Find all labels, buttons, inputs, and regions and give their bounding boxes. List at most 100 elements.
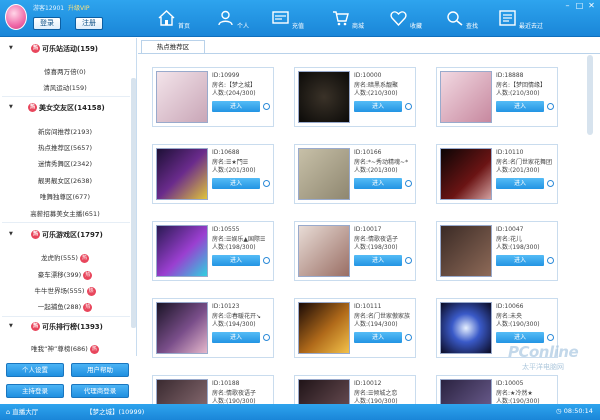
- room-card[interactable]: ID:10123 房名:㊣春暖花开↘ 人数:(194/300) 进入: [152, 298, 274, 358]
- enter-room-button[interactable]: 进入: [496, 255, 544, 266]
- room-thumbnail[interactable]: [298, 71, 350, 123]
- collapse-arrow-icon[interactable]: ▼: [9, 231, 13, 237]
- hot-badge-icon: 热: [89, 344, 99, 354]
- lock-icon: [263, 103, 270, 110]
- room-count: 人数:(201/300): [212, 167, 256, 174]
- home-icon: [158, 10, 175, 26]
- room-thumbnail[interactable]: [440, 148, 492, 200]
- sidebar-item[interactable]: 豪车漂移(399) 热: [20, 269, 110, 280]
- room-thumbnail[interactable]: [440, 302, 492, 354]
- room-thumbnail[interactable]: [298, 302, 350, 354]
- category-games[interactable]: ▼ 热 可乐游戏区(1797): [0, 228, 130, 242]
- upgrade-vip-link[interactable]: 升级VIP: [68, 3, 90, 12]
- close-button[interactable]: ✕: [586, 1, 597, 10]
- room-id: ID:10688: [212, 149, 240, 156]
- collapse-arrow-icon[interactable]: ▼: [9, 104, 13, 110]
- collapse-arrow-icon[interactable]: ▼: [9, 323, 13, 329]
- room-id: ID:10005: [496, 380, 524, 387]
- personal-settings-button[interactable]: 个人设置: [6, 363, 64, 377]
- enter-room-button[interactable]: 进入: [496, 101, 544, 112]
- tab-hot-recommend[interactable]: 热点推荐区: [141, 40, 205, 54]
- sidebar-item-label: 牛牛世界场(555): [34, 287, 85, 295]
- main-scrollbar[interactable]: [587, 55, 593, 135]
- lock-icon: [405, 257, 412, 264]
- login-button[interactable]: 登录: [33, 17, 61, 30]
- host-login-button[interactable]: 主持登录: [6, 384, 64, 398]
- category-rankings[interactable]: ▼ 热 可乐排行榜(1393): [0, 320, 130, 334]
- status-room: 【梦之城】(10999): [86, 408, 145, 416]
- room-thumbnail[interactable]: [440, 71, 492, 123]
- room-card[interactable]: ID:10017 房名:情歌夜语子 人数:(198/300) 进入: [294, 221, 416, 281]
- room-count: 人数:(194/300): [354, 321, 398, 328]
- nav-search-label: 查找: [466, 23, 479, 30]
- sidebar-item[interactable]: 唯舞独尊区(677): [20, 191, 110, 201]
- search-icon: [447, 11, 463, 26]
- nav-recent[interactable]: 最近去过: [499, 0, 554, 37]
- nav-search[interactable]: 查找: [446, 0, 486, 37]
- room-card[interactable]: ID:10111 房名:名门世家傲家族 人数:(194/300) 进入: [294, 298, 416, 358]
- status-lobby[interactable]: ⌂ 直播大厅: [6, 406, 38, 416]
- room-thumbnail[interactable]: [298, 225, 350, 277]
- nav-personal[interactable]: 个人: [217, 0, 257, 37]
- sidebar-item[interactable]: 龙虎豹(555) 热: [20, 252, 110, 263]
- nav-mall-label: 商城: [352, 23, 365, 30]
- room-count: 人数:(210/300): [354, 90, 398, 97]
- collapse-arrow-icon[interactable]: ▼: [9, 45, 13, 51]
- room-card[interactable]: ID:10555 房名:☰娱乐▲国際☰ 人数:(198/300) 进入: [152, 221, 274, 281]
- sidebar-item[interactable]: 牛牛世界场(555) 热: [20, 285, 110, 296]
- room-id: ID:10188: [212, 380, 240, 387]
- nav-home[interactable]: 首页: [158, 0, 198, 37]
- room-count: 人数:(201/300): [496, 167, 540, 174]
- sidebar-item[interactable]: 新房间推荐(2193): [20, 126, 110, 136]
- room-thumbnail[interactable]: [156, 148, 208, 200]
- hot-badge-icon: 热: [31, 322, 40, 331]
- enter-room-button[interactable]: 进入: [496, 332, 544, 343]
- room-card[interactable]: ID:10166 房名:*~秀动精魂~* 人数:(201/300) 进入: [294, 144, 416, 204]
- room-thumbnail[interactable]: [298, 148, 350, 200]
- sidebar-item[interactable]: 迷情秀舞区(2342): [20, 158, 110, 168]
- sidebar-item[interactable]: 清风运动(159): [20, 82, 110, 92]
- divider: [2, 96, 130, 97]
- room-card[interactable]: ID:10110 房名:名门世家花舞团 人数:(201/300) 进入: [436, 144, 558, 204]
- nav-recharge[interactable]: 充值: [272, 0, 312, 37]
- room-id: ID:10066: [496, 303, 524, 310]
- category-dating[interactable]: ▼ 热 美女交友区(14158): [0, 101, 130, 115]
- agent-login-button[interactable]: 代理商登录: [71, 384, 129, 398]
- sidebar-item[interactable]: 一起捕鱼(288) 热: [20, 301, 110, 312]
- room-thumbnail[interactable]: [156, 302, 208, 354]
- sidebar-item[interactable]: 唯我“神”尊榜(686) 热: [20, 343, 110, 354]
- lock-icon: [547, 334, 554, 341]
- enter-room-button[interactable]: 进入: [354, 255, 402, 266]
- enter-room-button[interactable]: 进入: [354, 101, 402, 112]
- minimize-button[interactable]: –: [562, 1, 573, 10]
- lock-icon: [405, 103, 412, 110]
- enter-room-button[interactable]: 进入: [212, 178, 260, 189]
- sidebar-item[interactable]: 惊喜两万倍(0): [20, 66, 110, 76]
- user-help-button[interactable]: 用户帮助: [71, 363, 129, 377]
- room-thumbnail[interactable]: [156, 225, 208, 277]
- register-button[interactable]: 注册: [75, 17, 103, 30]
- nav-mall[interactable]: 商城: [332, 0, 372, 37]
- room-card[interactable]: ID:10000 房名:暗黑系靓聚 人数:(210/300) 进入: [294, 67, 416, 127]
- enter-room-button[interactable]: 进入: [212, 255, 260, 266]
- room-card[interactable]: ID:10688 房名:☰★門☰ 人数:(201/300) 进入: [152, 144, 274, 204]
- enter-room-button[interactable]: 进入: [354, 332, 402, 343]
- sidebar-item[interactable]: 热点推荐区(5657): [20, 142, 110, 152]
- sidebar-scrollbar[interactable]: [131, 78, 136, 328]
- enter-room-button[interactable]: 进入: [496, 178, 544, 189]
- room-thumbnail[interactable]: [440, 225, 492, 277]
- nav-favorites[interactable]: 收藏: [390, 0, 430, 37]
- maximize-button[interactable]: □: [574, 1, 585, 10]
- hot-badge-icon: 热: [83, 270, 93, 280]
- room-card[interactable]: ID:10047 房名:花儿 人数:(198/300) 进入: [436, 221, 558, 281]
- room-card[interactable]: ID:18888 房名:【梦回情缘】 人数:(210/300) 进入: [436, 67, 558, 127]
- room-thumbnail[interactable]: [156, 71, 208, 123]
- enter-room-button[interactable]: 进入: [354, 178, 402, 189]
- sidebar-item[interactable]: 高薪招募美女主播(651): [20, 208, 110, 218]
- enter-room-button[interactable]: 进入: [212, 101, 260, 112]
- room-card[interactable]: ID:10999 房名:【梦之城】 人数:(204/300) 进入: [152, 67, 274, 127]
- category-activities[interactable]: ▼ 热 可乐站活动(159): [0, 42, 130, 56]
- sidebar-item[interactable]: 靓男靓女区(2638): [20, 175, 110, 185]
- lock-icon: [263, 180, 270, 187]
- enter-room-button[interactable]: 进入: [212, 332, 260, 343]
